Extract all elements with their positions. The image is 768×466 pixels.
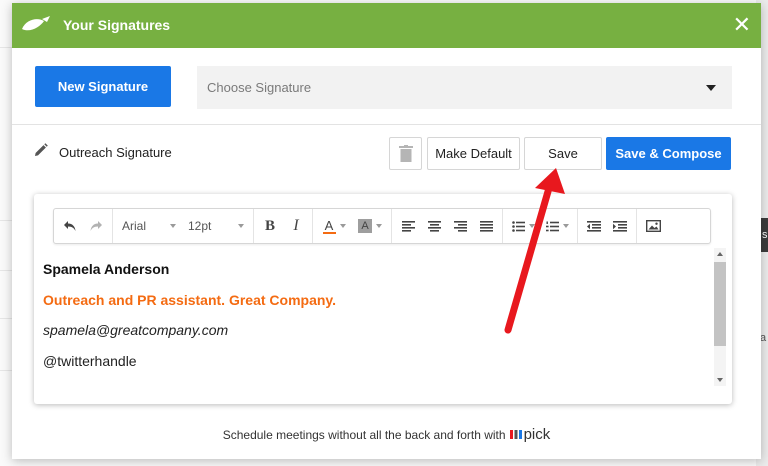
pick-brand: pick — [523, 426, 551, 443]
save-button[interactable]: Save — [524, 137, 602, 170]
modal-title: Your Signatures — [63, 17, 171, 33]
signature-name: Outreach Signature — [59, 145, 172, 160]
font-size-select[interactable]: 12pt — [182, 213, 250, 239]
delete-button[interactable] — [389, 137, 422, 170]
choose-signature-select[interactable]: Choose Signature — [197, 66, 732, 109]
undo-icon[interactable] — [57, 213, 83, 239]
indent-group — [578, 209, 637, 243]
redo-icon[interactable] — [83, 213, 109, 239]
outdent-icon[interactable] — [581, 213, 607, 239]
font-family-value: Arial — [122, 219, 147, 233]
choose-signature-placeholder: Choose Signature — [207, 80, 312, 95]
footer-text: Schedule meetings without all the back a… — [222, 427, 506, 442]
signature-email: spamela@greatcompany.com — [43, 322, 229, 338]
insert-group — [637, 209, 669, 243]
pick-logo[interactable]: pick — [509, 426, 551, 443]
highlight-color-icon[interactable]: A — [352, 213, 388, 239]
section-divider — [12, 124, 761, 125]
pencil-icon[interactable] — [34, 143, 48, 157]
highlight-glyph: A — [358, 219, 372, 233]
new-signature-button[interactable]: New Signature — [35, 66, 171, 107]
font-color-icon[interactable]: A — [316, 213, 352, 239]
bold-icon[interactable]: B — [257, 213, 283, 239]
list-group — [503, 209, 578, 243]
signature-job-title: Outreach and PR assistant. Great Company… — [43, 292, 337, 308]
signature-twitter-handle: @twitterhandle — [43, 353, 137, 369]
signature-full-name: Spamela Anderson — [43, 261, 170, 277]
signature-editor: Arial 12pt B I A A Spamela Anderson Outr… — [34, 194, 732, 404]
close-icon[interactable]: ✕ — [733, 12, 751, 38]
brand-leaf-icon — [22, 16, 50, 31]
chevron-down-icon — [238, 224, 244, 228]
chevron-down-icon — [706, 85, 716, 91]
font-group: Arial 12pt — [113, 209, 254, 243]
italic-icon[interactable]: I — [283, 213, 309, 239]
insert-image-icon[interactable] — [640, 213, 666, 239]
align-left-icon[interactable] — [395, 213, 421, 239]
pick-logo-icon — [509, 430, 522, 439]
scroll-up-icon[interactable] — [717, 252, 723, 256]
editor-scrollbar[interactable] — [714, 248, 726, 386]
bullet-list-icon[interactable] — [506, 213, 540, 239]
trash-icon — [398, 145, 413, 162]
align-right-icon[interactable] — [447, 213, 473, 239]
chevron-down-icon — [170, 224, 176, 228]
color-group: A A — [313, 209, 392, 243]
scroll-down-icon[interactable] — [717, 378, 723, 382]
font-color-glyph: A — [324, 217, 334, 233]
make-default-button[interactable]: Make Default — [427, 137, 520, 170]
editor-toolbar: Arial 12pt B I A A — [53, 208, 711, 244]
font-family-select[interactable]: Arial — [116, 213, 182, 239]
style-group: B I — [254, 209, 313, 243]
indent-icon[interactable] — [607, 213, 633, 239]
numbered-list-icon[interactable] — [540, 213, 574, 239]
modal-header: Your Signatures ✕ — [12, 3, 761, 48]
save-and-compose-button[interactable]: Save & Compose — [606, 137, 731, 170]
align-center-icon[interactable] — [421, 213, 447, 239]
scroll-thumb[interactable] — [714, 262, 726, 346]
signatures-modal: Your Signatures ✕ New Signature Choose S… — [12, 3, 761, 459]
font-size-value: 12pt — [188, 219, 212, 233]
history-group — [54, 209, 113, 243]
align-group — [392, 209, 503, 243]
footer-promo: Schedule meetings without all the back a… — [12, 426, 761, 443]
align-justify-icon[interactable] — [473, 213, 499, 239]
